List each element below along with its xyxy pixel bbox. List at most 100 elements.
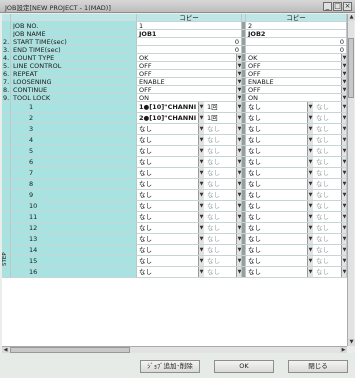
- dropdown-arrow-icon[interactable]: ▼: [307, 190, 313, 200]
- step-action-select-job-1[interactable]: なし ▼ なし ▼: [137, 234, 242, 245]
- dropdown-arrow-icon[interactable]: ▼: [307, 124, 313, 134]
- step-count-value: なし: [207, 235, 220, 243]
- step-action-select-job-2[interactable]: なし ▼ なし ▼: [246, 102, 347, 113]
- dropdown-arrow-icon[interactable]: ▼: [198, 124, 204, 134]
- dropdown-arrow-icon[interactable]: ▼: [198, 190, 204, 200]
- step-action-select-job-1[interactable]: なし ▼ なし ▼: [137, 245, 242, 256]
- setting-input-job-2[interactable]: 2: [246, 22, 347, 30]
- step-action-select-job-1[interactable]: なし ▼ なし ▼: [137, 212, 242, 223]
- dropdown-arrow-icon[interactable]: ▼: [307, 245, 313, 255]
- dropdown-arrow-icon[interactable]: ▼: [307, 135, 313, 145]
- step-action-select-job-2[interactable]: なし ▼ なし ▼: [246, 124, 347, 135]
- scroll-down-icon[interactable]: ▼: [348, 339, 355, 346]
- dropdown-arrow-icon[interactable]: ▼: [307, 267, 313, 277]
- selected-value: OFF: [248, 62, 261, 70]
- step-action-select-job-1[interactable]: なし ▼ なし ▼: [137, 223, 242, 234]
- step-action-select-job-2[interactable]: なし ▼ なし ▼: [246, 267, 347, 278]
- step-action-select-job-2[interactable]: なし ▼ なし ▼: [246, 179, 347, 190]
- step-action-select-job-1[interactable]: なし ▼ なし ▼: [137, 157, 242, 168]
- dropdown-arrow-icon[interactable]: ▼: [307, 146, 313, 156]
- copy-button-job-2[interactable]: コピー: [246, 14, 347, 22]
- dropdown-arrow-icon[interactable]: ▼: [307, 223, 313, 233]
- setting-input-job-1[interactable]: 1: [137, 22, 242, 30]
- step-action-select-job-1[interactable]: なし ▼ なし ▼: [137, 190, 242, 201]
- setting-select-job-1[interactable]: OFF ▼: [137, 86, 242, 94]
- dropdown-arrow-icon[interactable]: ▼: [198, 201, 204, 211]
- step-action-select-job-2[interactable]: なし ▼ なし ▼: [246, 234, 347, 245]
- dropdown-arrow-icon[interactable]: ▼: [307, 256, 313, 266]
- dropdown-arrow-icon[interactable]: ▼: [307, 168, 313, 178]
- step-action-select-job-1[interactable]: なし ▼ なし ▼: [137, 124, 242, 135]
- dropdown-arrow-icon[interactable]: ▼: [198, 179, 204, 189]
- step-action-select-job-2[interactable]: なし ▼ なし ▼: [246, 157, 347, 168]
- dropdown-arrow-icon[interactable]: ▼: [307, 113, 313, 123]
- dropdown-arrow-icon[interactable]: ▼: [198, 168, 204, 178]
- step-action-select-job-1[interactable]: 2●[10]"CHANNI ▼ 1回 ▼: [137, 113, 242, 124]
- step-action-select-job-2[interactable]: なし ▼ なし ▼: [246, 223, 347, 234]
- setting-input-job-1[interactable]: 0: [137, 38, 242, 46]
- step-action-select-job-2[interactable]: なし ▼ なし ▼: [246, 113, 347, 124]
- dropdown-arrow-icon[interactable]: ▼: [198, 135, 204, 145]
- ok-button[interactable]: OK: [214, 360, 274, 373]
- setting-input-job-2[interactable]: 0: [246, 38, 347, 46]
- setting-select-job-2[interactable]: OFF ▼: [246, 62, 347, 70]
- dropdown-arrow-icon[interactable]: ▼: [307, 201, 313, 211]
- dropdown-arrow-icon[interactable]: ▼: [198, 102, 204, 112]
- dropdown-arrow-icon[interactable]: ▼: [307, 179, 313, 189]
- minimize-icon[interactable]: _: [323, 2, 332, 11]
- scroll-up-icon[interactable]: ▲: [348, 14, 355, 21]
- dropdown-arrow-icon[interactable]: ▼: [307, 102, 313, 112]
- setting-select-job-2[interactable]: OFF ▼: [246, 70, 347, 78]
- step-action-select-job-1[interactable]: なし ▼ なし ▼: [137, 201, 242, 212]
- step-action-select-job-1[interactable]: なし ▼ なし ▼: [137, 267, 242, 278]
- step-action-select-job-2[interactable]: なし ▼ なし ▼: [246, 135, 347, 146]
- vertical-scroll-thumb[interactable]: [348, 38, 354, 98]
- step-action-select-job-2[interactable]: なし ▼ なし ▼: [246, 212, 347, 223]
- setting-select-job-2[interactable]: ON ▼: [246, 94, 347, 102]
- step-action-select-job-2[interactable]: なし ▼ なし ▼: [246, 168, 347, 179]
- step-action-select-job-2[interactable]: なし ▼ なし ▼: [246, 146, 347, 157]
- add-delete-job-button[interactable]: ｼﾞｮﾌﾞ追加･削除: [140, 360, 200, 373]
- step-action-select-job-1[interactable]: なし ▼ なし ▼: [137, 135, 242, 146]
- step-action-select-job-1[interactable]: なし ▼ なし ▼: [137, 256, 242, 267]
- step-action-select-job-2[interactable]: なし ▼ なし ▼: [246, 256, 347, 267]
- step-action-select-job-2[interactable]: なし ▼ なし ▼: [246, 190, 347, 201]
- setting-select-job-1[interactable]: OK ▼: [137, 54, 242, 62]
- title-bar[interactable]: JOB設定[NEW PROJECT - 1(MAD)] _ □ ×: [0, 0, 355, 13]
- step-action-select-job-1[interactable]: なし ▼ なし ▼: [137, 168, 242, 179]
- setting-select-job-1[interactable]: OFF ▼: [137, 62, 242, 70]
- step-action-select-job-1[interactable]: 1●[10]"CHANNI ▼ 1回 ▼: [137, 102, 242, 113]
- setting-input-job-1[interactable]: 0: [137, 46, 242, 54]
- setting-select-job-2[interactable]: ENABLE ▼: [246, 78, 347, 86]
- setting-select-job-1[interactable]: ON ▼: [137, 94, 242, 102]
- step-action-select-job-2[interactable]: なし ▼ なし ▼: [246, 201, 347, 212]
- dropdown-arrow-icon[interactable]: ▼: [198, 234, 204, 244]
- vertical-scrollbar[interactable]: ▲ ▼: [347, 14, 355, 346]
- setting-input-job-2[interactable]: JOB2: [246, 30, 347, 38]
- step-action-select-job-1[interactable]: なし ▼ なし ▼: [137, 146, 242, 157]
- dropdown-arrow-icon[interactable]: ▼: [198, 113, 204, 123]
- close-button[interactable]: 閉じる: [288, 360, 348, 373]
- dropdown-arrow-icon[interactable]: ▼: [307, 157, 313, 167]
- setting-input-job-1[interactable]: JOB1: [137, 30, 242, 38]
- copy-button-job-1[interactable]: コピー: [137, 14, 242, 22]
- dropdown-arrow-icon[interactable]: ▼: [198, 245, 204, 255]
- maximize-icon[interactable]: □: [333, 2, 342, 11]
- dropdown-arrow-icon[interactable]: ▼: [198, 223, 204, 233]
- dropdown-arrow-icon[interactable]: ▼: [307, 234, 313, 244]
- setting-select-job-1[interactable]: ENABLE ▼: [137, 78, 242, 86]
- dropdown-arrow-icon[interactable]: ▼: [198, 256, 204, 266]
- step-action-select-job-1[interactable]: なし ▼ なし ▼: [137, 179, 242, 190]
- setting-select-job-2[interactable]: OFF ▼: [246, 86, 347, 94]
- dropdown-arrow-icon[interactable]: ▼: [307, 212, 313, 222]
- dropdown-arrow-icon[interactable]: ▼: [198, 212, 204, 222]
- dropdown-arrow-icon[interactable]: ▼: [198, 267, 204, 277]
- setting-input-job-2[interactable]: 0: [246, 46, 347, 54]
- dropdown-arrow-icon[interactable]: ▼: [198, 157, 204, 167]
- step-action-select-job-2[interactable]: なし ▼ なし ▼: [246, 245, 347, 256]
- setting-select-job-2[interactable]: OK ▼: [246, 54, 347, 62]
- dropdown-arrow-icon[interactable]: ▼: [198, 146, 204, 156]
- close-icon[interactable]: ×: [343, 2, 352, 11]
- horizontal-scrollbar[interactable]: ◀ ▶: [2, 346, 347, 354]
- setting-select-job-1[interactable]: OFF ▼: [137, 70, 242, 78]
